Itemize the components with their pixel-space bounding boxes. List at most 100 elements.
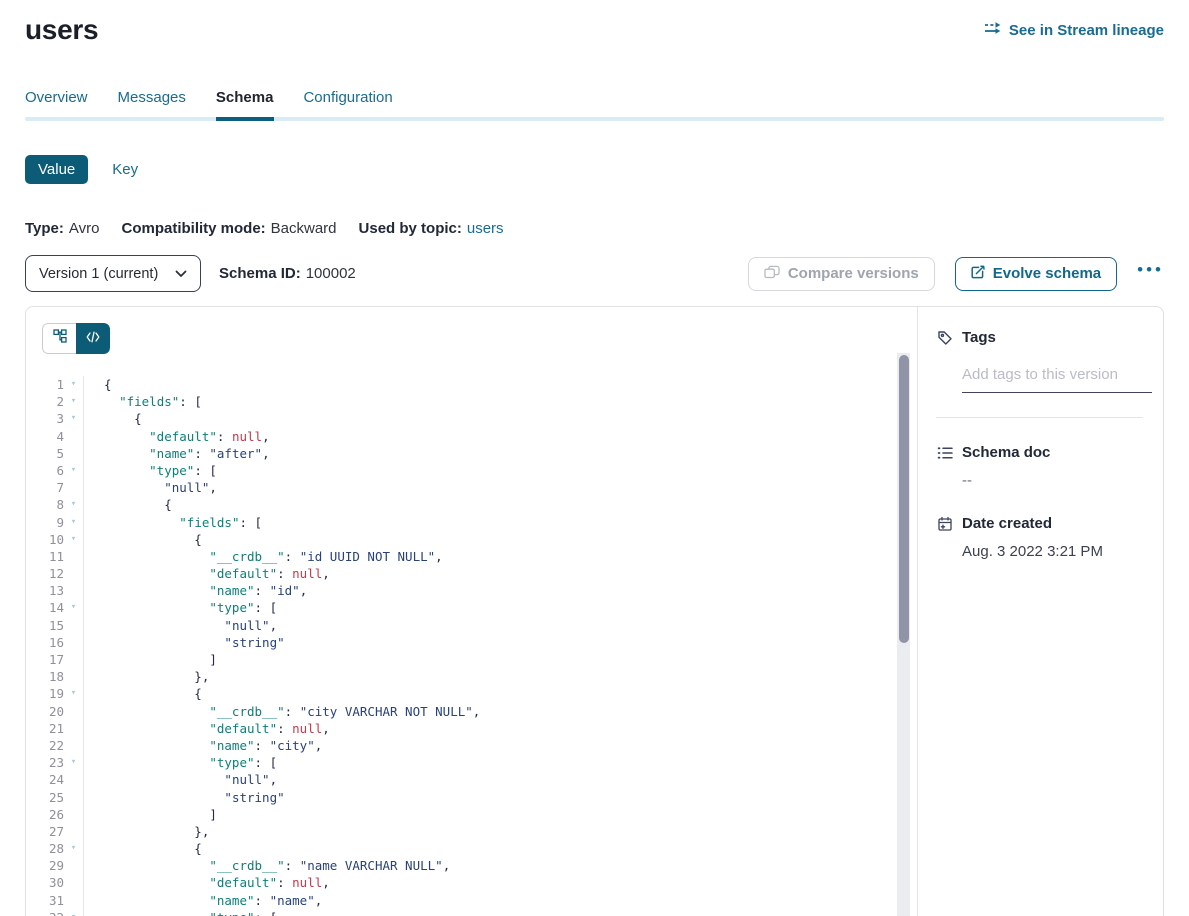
- line-number: 14: [26, 599, 64, 616]
- fold-gutter: [64, 548, 84, 565]
- code-text: "null",: [84, 479, 217, 496]
- line-number: 3: [26, 410, 64, 427]
- schema-editor: 1▾{2▾ "fields": [3▾ {4 "default": null,5…: [26, 307, 918, 916]
- tab-schema[interactable]: Schema: [216, 88, 274, 108]
- code-line: 3▾ {: [26, 410, 917, 427]
- date-created-value: Aug. 3 2022 3:21 PM: [962, 543, 1143, 560]
- stream-lineage-label: See in Stream lineage: [1009, 22, 1164, 39]
- code-text: "null",: [84, 771, 277, 788]
- fold-toggle-icon[interactable]: ▾: [64, 410, 84, 427]
- tab-messages[interactable]: Messages: [118, 88, 186, 108]
- tab-overview[interactable]: Overview: [25, 88, 88, 108]
- code-text: "null",: [84, 617, 277, 634]
- tab-configuration[interactable]: Configuration: [303, 88, 392, 108]
- code-line: 27 },: [26, 823, 917, 840]
- compare-versions-icon: [764, 265, 780, 283]
- editor-scrollbar-thumb[interactable]: [899, 355, 909, 643]
- code-text: "type": [: [84, 462, 217, 479]
- evolve-schema-label: Evolve schema: [993, 265, 1101, 282]
- code-text: "type": [: [84, 599, 277, 616]
- compare-versions-label: Compare versions: [788, 265, 919, 282]
- fold-toggle-icon[interactable]: ▾: [64, 376, 84, 393]
- code-line: 19▾ {: [26, 685, 917, 702]
- fold-gutter: [64, 445, 84, 462]
- fold-gutter: [64, 823, 84, 840]
- fold-toggle-icon[interactable]: ▾: [64, 462, 84, 479]
- fold-gutter: [64, 617, 84, 634]
- line-number: 4: [26, 428, 64, 445]
- tree-view-button[interactable]: [42, 323, 76, 354]
- fold-gutter: [64, 892, 84, 909]
- fold-toggle-icon[interactable]: ▾: [64, 496, 84, 513]
- line-number: 20: [26, 703, 64, 720]
- tab-track: [25, 117, 1164, 121]
- code-text: "default": null,: [84, 565, 330, 582]
- code-line: 10▾ {: [26, 531, 917, 548]
- evolve-schema-button[interactable]: Evolve schema: [955, 257, 1117, 291]
- add-tags-input[interactable]: [962, 366, 1152, 393]
- fold-gutter: [64, 789, 84, 806]
- line-number: 17: [26, 651, 64, 668]
- topic-link[interactable]: users: [467, 220, 504, 237]
- fold-gutter: [64, 806, 84, 823]
- fold-gutter: [64, 565, 84, 582]
- fold-toggle-icon[interactable]: ▾: [64, 909, 84, 916]
- key-toggle-button[interactable]: Key: [112, 161, 138, 178]
- code-line: 32▾ "type": [: [26, 909, 917, 916]
- editor-view-toggle: [42, 323, 110, 354]
- code-text: "default": null,: [84, 428, 270, 445]
- line-number: 26: [26, 806, 64, 823]
- fold-toggle-icon[interactable]: ▾: [64, 685, 84, 702]
- code-text: "string": [84, 789, 285, 806]
- value-toggle-button[interactable]: Value: [25, 155, 88, 184]
- fold-toggle-icon[interactable]: ▾: [64, 514, 84, 531]
- code-text: "__crdb__": "city VARCHAR NOT NULL",: [84, 703, 480, 720]
- line-number: 1: [26, 376, 64, 393]
- code-text: },: [84, 668, 209, 685]
- code-text: "name": "name",: [84, 892, 322, 909]
- fold-toggle-icon[interactable]: ▾: [64, 531, 84, 548]
- fold-gutter: [64, 857, 84, 874]
- compatibility-value: Backward: [271, 220, 337, 237]
- fold-toggle-icon[interactable]: ▾: [64, 393, 84, 410]
- line-number: 27: [26, 823, 64, 840]
- code-text: "name": "id",: [84, 582, 307, 599]
- line-number: 23: [26, 754, 64, 771]
- line-number: 30: [26, 874, 64, 891]
- code-text: {: [84, 376, 112, 393]
- code-line: 18 },: [26, 668, 917, 685]
- code-text: },: [84, 823, 209, 840]
- code-line: 1▾{: [26, 376, 917, 393]
- fold-toggle-icon[interactable]: ▾: [64, 599, 84, 616]
- fold-toggle-icon[interactable]: ▾: [64, 840, 84, 857]
- code-text: "name": "city",: [84, 737, 322, 754]
- compare-versions-button[interactable]: Compare versions: [748, 257, 935, 291]
- line-number: 16: [26, 634, 64, 651]
- date-created-heading-row: Date created: [936, 515, 1143, 532]
- line-number: 32: [26, 909, 64, 916]
- stream-lineage-link[interactable]: See in Stream lineage: [984, 21, 1164, 39]
- line-number: 31: [26, 892, 64, 909]
- code-text: ]: [84, 651, 217, 668]
- code-line: 23▾ "type": [: [26, 754, 917, 771]
- schema-id-field: Schema ID:100002: [219, 265, 356, 282]
- code-line: 12 "default": null,: [26, 565, 917, 582]
- line-number: 19: [26, 685, 64, 702]
- code-view-icon: [86, 330, 100, 348]
- code-line: 22 "name": "city",: [26, 737, 917, 754]
- schema-panel: 1▾{2▾ "fields": [3▾ {4 "default": null,5…: [25, 306, 1164, 916]
- more-actions-button[interactable]: •••: [1137, 265, 1164, 283]
- fold-toggle-icon[interactable]: ▾: [64, 754, 84, 771]
- value-key-toggle: Value Key: [25, 155, 1164, 184]
- version-select[interactable]: Version 1 (current): [25, 255, 201, 292]
- code-line: 28▾ {: [26, 840, 917, 857]
- chevron-down-icon: [175, 266, 187, 282]
- editor-scrollbar-track[interactable]: [897, 353, 910, 916]
- schema-id-label: Schema ID:: [219, 265, 301, 282]
- code-view-button[interactable]: [76, 323, 110, 354]
- code-line: 21 "default": null,: [26, 720, 917, 737]
- code-text: "fields": [: [84, 393, 202, 410]
- fold-gutter: [64, 737, 84, 754]
- date-created-heading: Date created: [962, 515, 1052, 532]
- compatibility-label: Compatibility mode:: [121, 220, 265, 237]
